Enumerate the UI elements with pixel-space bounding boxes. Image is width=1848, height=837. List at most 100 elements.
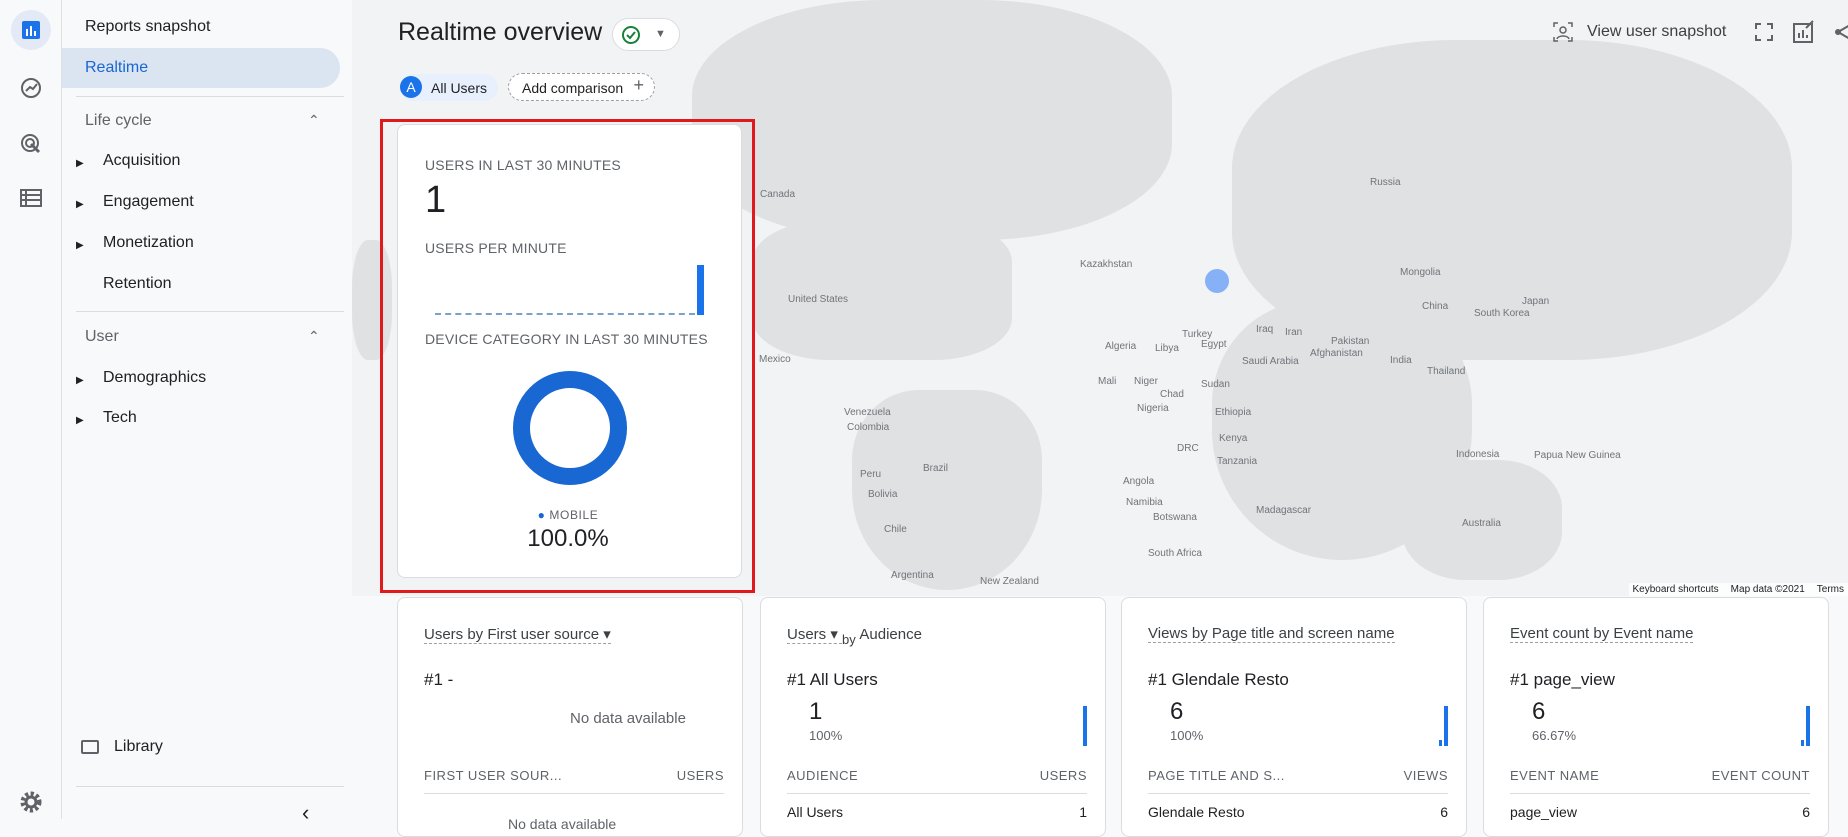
caret-right-icon: ▶ (76, 415, 84, 426)
column-header-metric[interactable]: USERS (1040, 768, 1087, 783)
section-lifecycle[interactable]: Life cycle (85, 112, 152, 130)
table-row-name: Glendale Resto (1148, 804, 1245, 820)
user-location-dot[interactable] (1205, 269, 1229, 293)
chevron-up-icon[interactable]: ⌃ (308, 328, 320, 345)
card-title[interactable]: Users ▾ by Audience (787, 625, 922, 643)
realtime-card: Views by Page title and screen name #1 G… (1121, 597, 1467, 837)
explore-icon[interactable] (11, 68, 51, 108)
map-label: Canada (760, 189, 795, 200)
advertising-icon[interactable] (11, 124, 51, 164)
user-snapshot-icon[interactable] (1553, 22, 1573, 42)
nav-tech[interactable]: Tech (103, 409, 137, 427)
dropdown-arrow-icon: ▼ (655, 28, 666, 40)
caret-right-icon: ▶ (76, 199, 84, 210)
nav-reports-snapshot[interactable]: Reports snapshot (85, 18, 210, 36)
map-data-attribution: Map data ©2021 (1731, 584, 1805, 595)
card-sparkbar (1806, 706, 1810, 746)
nav-monetization[interactable]: Monetization (103, 234, 194, 252)
view-user-snapshot-button[interactable]: View user snapshot (1587, 23, 1726, 41)
card-top-value: 6 (1170, 698, 1183, 726)
card-top-value: 6 (1532, 698, 1545, 726)
card-title[interactable]: Views by Page title and screen name (1148, 625, 1395, 642)
keyboard-shortcuts-link[interactable]: Keyboard shortcuts (1633, 584, 1719, 595)
settings-gear-icon[interactable] (11, 782, 51, 822)
check-circle-icon (621, 25, 641, 45)
share-icon[interactable] (1834, 22, 1848, 42)
card-top-percent: 100% (809, 728, 842, 743)
nav-library[interactable]: Library (114, 738, 163, 756)
collapse-chevron-icon[interactable]: ‹ (302, 800, 309, 826)
map-label: Venezuela (844, 407, 891, 418)
divider (1148, 793, 1448, 794)
caret-right-icon: ▶ (76, 240, 84, 251)
per-minute-bar[interactable] (697, 265, 704, 315)
table-row-name: All Users (787, 804, 843, 820)
realtime-card: Users ▾ by Audience #1 All Users 1 100% … (760, 597, 1106, 837)
nav-retention[interactable]: Retention (103, 275, 172, 293)
customize-report-icon[interactable] (1792, 20, 1816, 44)
map-label: Kazakhstan (1080, 259, 1132, 270)
status-dropdown[interactable]: ▼ (612, 18, 680, 51)
card-sparkbar (1801, 740, 1804, 746)
no-data-message: No data available (508, 816, 616, 832)
card-title[interactable]: Event count by Event name (1510, 625, 1693, 642)
map-label: Saudi Arabia (1242, 356, 1299, 367)
nav-engagement[interactable]: Engagement (103, 193, 194, 211)
divider (76, 311, 344, 312)
all-users-chip[interactable]: A All Users (400, 74, 498, 101)
users-30-value: 1 (425, 179, 446, 222)
card-top-item: #1 All Users (787, 670, 878, 690)
realtime-overview-card: USERS IN LAST 30 MINUTES 1 USERS PER MIN… (397, 124, 742, 578)
reports-icon[interactable] (11, 10, 51, 50)
card-top-item: #1 Glendale Resto (1148, 670, 1289, 690)
device-donut-slice-mobile[interactable] (513, 371, 627, 485)
legend-value: 100.0% (443, 525, 693, 553)
nav-realtime-label: Realtime (85, 59, 148, 77)
users-per-minute-label: USERS PER MINUTE (425, 240, 567, 256)
divider (76, 786, 344, 787)
column-header-dimension[interactable]: PAGE TITLE AND S... (1148, 768, 1285, 783)
column-header-dimension[interactable]: EVENT NAME (1510, 768, 1599, 783)
no-data-message: No data available (570, 710, 686, 727)
card-title[interactable]: Users by First user source ▾ (424, 625, 611, 643)
map-label: Argentina (891, 570, 934, 581)
map-label: Australia (1462, 518, 1501, 529)
map-footer: Keyboard shortcuts Map data ©2021 Terms (1629, 583, 1848, 596)
map-label: Niger (1134, 376, 1158, 387)
legend-label: MOBILE (549, 508, 598, 522)
map-label: Algeria (1105, 341, 1136, 352)
column-header-metric[interactable]: VIEWS (1404, 768, 1448, 783)
map-label: Mongolia (1400, 267, 1441, 278)
column-header-dimension[interactable]: AUDIENCE (787, 768, 858, 783)
map-label: Indonesia (1456, 449, 1499, 460)
map-label: Peru (860, 469, 881, 480)
column-header-dimension[interactable]: FIRST USER SOUR... (424, 768, 562, 783)
configure-list-icon[interactable] (11, 178, 51, 218)
terms-link[interactable]: Terms (1817, 584, 1844, 595)
column-header-metric[interactable]: EVENT COUNT (1712, 768, 1810, 783)
map-label: South Africa (1148, 548, 1202, 559)
map-label: Mali (1098, 376, 1116, 387)
fullscreen-icon[interactable] (1755, 23, 1773, 41)
realtime-card: Users by First user source ▾ #1 - FIRST … (397, 597, 743, 837)
card-sparkbar (1444, 706, 1448, 746)
nav-realtime[interactable]: Realtime (62, 48, 340, 88)
nav-acquisition[interactable]: Acquisition (103, 152, 180, 170)
users-30-label: USERS IN LAST 30 MINUTES (425, 157, 621, 173)
map-label: Libya (1155, 343, 1179, 354)
map-label: Bolivia (868, 489, 897, 500)
map-label: DRC (1177, 443, 1199, 454)
map-label: Kenya (1219, 433, 1247, 444)
section-user[interactable]: User (85, 328, 119, 346)
divider (424, 793, 724, 794)
table-row-value: 6 (1440, 804, 1448, 820)
card-top-percent: 100% (1170, 728, 1203, 743)
chevron-up-icon[interactable]: ⌃ (308, 112, 320, 129)
column-header-metric[interactable]: USERS (677, 768, 724, 783)
card-top-item: #1 page_view (1510, 670, 1615, 690)
add-comparison-button[interactable]: Add comparison+ (508, 73, 655, 101)
map-label: Iran (1285, 327, 1302, 338)
map-label: Afghanistan (1310, 348, 1363, 359)
map-label: Russia (1370, 177, 1401, 188)
nav-demographics[interactable]: Demographics (103, 369, 206, 387)
